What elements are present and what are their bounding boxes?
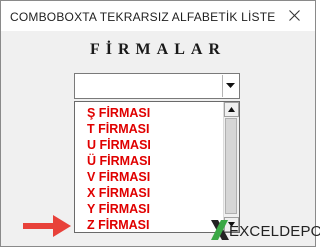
window-title: COMBOBOXTA TEKRARSIZ ALFABETİK LİSTE bbox=[10, 10, 276, 24]
logo-x-icon bbox=[211, 220, 229, 240]
dropdown-item[interactable]: U FİRMASI bbox=[75, 137, 223, 153]
form-heading: FİRMALAR bbox=[90, 41, 226, 58]
scroll-up-icon bbox=[228, 107, 235, 112]
dropdown-items: Ş FİRMASI T FİRMASI U FİRMASI Ü FİRMASI V Fİ… bbox=[75, 105, 223, 232]
dropdown-item[interactable]: Z FİRMASI bbox=[75, 217, 223, 232]
logo-text-excel: EXCEL bbox=[229, 223, 280, 240]
firmalar-combobox[interactable] bbox=[74, 73, 240, 99]
combobox-dropdown-list[interactable]: Ş FİRMASI T FİRMASI U FİRMASI Ü FİRMASI V Fİ… bbox=[74, 101, 240, 233]
logo-text-depo: DEPO bbox=[279, 223, 320, 240]
dropdown-item[interactable]: V FİRMASI bbox=[75, 169, 223, 185]
dropdown-item[interactable]: T FİRMASI bbox=[75, 121, 223, 137]
title-bar: COMBOBOXTA TEKRARSIZ ALFABETİK LİSTE bbox=[1, 1, 315, 31]
pointer-arrow-icon bbox=[23, 215, 71, 237]
dropdown-scrollbar[interactable] bbox=[223, 102, 239, 232]
combobox-dropdown-button[interactable] bbox=[222, 75, 238, 97]
logo-text: EXCELDEPO bbox=[229, 223, 320, 240]
dropdown-item[interactable]: Y FİRMASI bbox=[75, 201, 223, 217]
close-button[interactable] bbox=[275, 1, 315, 31]
dropdown-item[interactable]: X FİRMASI bbox=[75, 185, 223, 201]
scrollbar-thumb[interactable] bbox=[225, 118, 237, 214]
userform-window: COMBOBOXTA TEKRARSIZ ALFABETİK LİSTE FİR… bbox=[0, 0, 320, 247]
close-icon bbox=[289, 10, 300, 21]
scroll-up-button[interactable] bbox=[224, 102, 239, 117]
dropdown-arrow-icon bbox=[226, 83, 235, 88]
dropdown-item[interactable]: Ü FİRMASI bbox=[75, 153, 223, 169]
dropdown-item[interactable]: Ş FİRMASI bbox=[75, 105, 223, 121]
